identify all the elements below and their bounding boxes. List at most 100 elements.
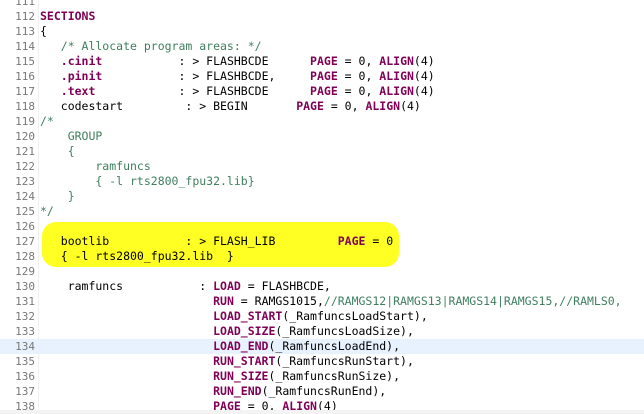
code-text: ramfuncs : LOAD = FLASHBCDE, — [40, 279, 331, 294]
code-text: } — [40, 189, 75, 204]
code-text: /* — [40, 114, 54, 129]
code-line[interactable]: 123 { -l rts2800_fpu32.lib} — [0, 174, 644, 189]
comment-token: { -l rts2800_fpu32.lib} — [40, 174, 255, 188]
code-line[interactable]: 121 { — [0, 144, 644, 159]
keyword-token: ALIGN — [379, 69, 414, 83]
code-line[interactable]: 116 .pinit : > FLASHBCDE, PAGE = 0, ALIG… — [0, 69, 644, 84]
code-line[interactable]: 131 RUN = RAMGS1015,//RAMGS12|RAMGS13|RA… — [0, 294, 644, 309]
code-token: = 0, — [337, 84, 380, 98]
line-number: 121 — [15, 145, 35, 158]
code-token: (_RamfuncsLoadEnd), — [268, 339, 401, 353]
comment-token: */ — [40, 204, 54, 218]
keyword-token: RUN_START — [213, 354, 276, 368]
keyword-token: SECTIONS — [40, 9, 96, 23]
line-number: 135 — [15, 355, 35, 368]
keyword-token: ALIGN — [379, 84, 414, 98]
code-line[interactable]: 135 RUN_START(_RamfuncsRunStart), — [0, 354, 644, 369]
line-number: 118 — [15, 100, 35, 113]
code-token: = 0 — [365, 234, 394, 248]
code-token: = 0, — [337, 54, 380, 68]
code-text: SECTIONS — [40, 9, 95, 24]
code-line[interactable]: 136 RUN_SIZE(_RamfuncsRunSize), — [0, 369, 644, 384]
line-number: 124 — [15, 190, 35, 203]
line-number: 123 — [15, 175, 35, 188]
line-number: 126 — [15, 220, 35, 233]
code-line[interactable]: 126 — [0, 219, 644, 234]
code-line[interactable]: 133 LOAD_SIZE(_RamfuncsLoadSize), — [0, 324, 644, 339]
code-line[interactable]: 111 — [0, 0, 644, 9]
comment-token: /* — [40, 114, 54, 128]
keyword-token: RUN — [213, 294, 234, 308]
line-number: 136 — [15, 370, 35, 383]
code-line[interactable]: 137 RUN_END(_RamfuncsRunEnd), — [0, 384, 644, 399]
code-token: (_RamfuncsLoadSize), — [275, 324, 414, 338]
code-editor[interactable]: 111 112 SECTIONS 113 {114 /* Allocate progra… — [0, 0, 644, 414]
code-line[interactable]: 132 LOAD_START(_RamfuncsLoadStart), — [0, 309, 644, 324]
code-line[interactable]: 128 { -l rts2800_fpu32.lib } — [0, 249, 644, 264]
code-line[interactable]: 112 SECTIONS — [0, 9, 644, 24]
keyword-token: LOAD — [213, 279, 241, 293]
keyword-token: .pinit — [60, 69, 103, 83]
comment-token: ramfuncs — [40, 159, 151, 173]
code-text: ramfuncs — [40, 159, 151, 174]
line-number: 116 — [15, 70, 35, 83]
line-number: 131 — [15, 295, 35, 308]
code-line[interactable]: 118 codestart : > BEGIN PAGE = 0, ALIGN(… — [0, 99, 644, 114]
comment-token: } — [40, 189, 75, 203]
code-text: /* Allocate program areas: */ — [40, 39, 262, 54]
code-line[interactable]: 129 — [0, 264, 644, 279]
line-number: 114 — [15, 40, 35, 53]
code-line[interactable]: 120 GROUP — [0, 129, 644, 144]
code-token: (_RamfuncsRunStart), — [275, 354, 414, 368]
code-token: = 0, — [337, 69, 380, 83]
code-line[interactable]: 125 */ — [0, 204, 644, 219]
code-text: { — [40, 144, 75, 159]
line-number: 133 — [15, 325, 35, 338]
code-token: codestart : > BEGIN — [40, 99, 297, 113]
code-line[interactable]: 130 ramfuncs : LOAD = FLASHBCDE, — [0, 279, 644, 294]
keyword-token: PAGE — [337, 234, 366, 248]
comment-token: { — [40, 144, 75, 158]
line-number: 113 — [15, 25, 35, 38]
line-number: 119 — [15, 115, 35, 128]
code-line[interactable]: 115 .cinit : > FLASHBCDE PAGE = 0, ALIGN… — [0, 54, 644, 69]
keyword-token: PAGE — [310, 54, 338, 68]
code-line[interactable]: 127 bootlib : > FLASH_LIB PAGE = 0 — [0, 234, 644, 249]
line-number: 130 — [15, 280, 35, 293]
comment-token: /* Allocate program areas: */ — [40, 39, 262, 53]
code-line[interactable]: 113 { — [0, 24, 644, 39]
line-number: 120 — [15, 130, 35, 143]
code-line[interactable]: 122 ramfuncs — [0, 159, 644, 174]
line-number: 134 — [15, 340, 35, 353]
code-line[interactable]: 117 .text : > FLASHBCDE PAGE = 0, ALIGN(… — [0, 84, 644, 99]
keyword-token: LOAD_SIZE — [213, 324, 276, 338]
code-token: : > FLASHBCDE, — [102, 69, 311, 83]
horizontal-scrollbar[interactable] — [0, 410, 644, 414]
code-line[interactable]: 119 /* — [0, 114, 644, 129]
keyword-token: PAGE — [296, 99, 324, 113]
keyword-token: RUN_END — [213, 384, 262, 398]
code-text: LOAD_END(_RamfuncsLoadEnd), — [40, 339, 400, 354]
code-text: { -l rts2800_fpu32.lib } — [40, 249, 234, 264]
code-line[interactable]: 134 LOAD_END(_RamfuncsLoadEnd), — [0, 339, 644, 354]
keyword-token: LOAD_START — [213, 309, 283, 323]
code-token: (_RamfuncsRunEnd), — [261, 384, 387, 398]
code-line[interactable]: 114 /* Allocate program areas: */ — [0, 39, 644, 54]
line-number: 112 — [15, 10, 35, 23]
code-text: { — [40, 24, 47, 39]
code-token: (4) — [400, 99, 421, 113]
keyword-token: ALIGN — [379, 54, 414, 68]
code-token: (_RamfuncsLoadStart), — [282, 309, 428, 323]
code-token: ramfuncs : — [40, 279, 214, 293]
keyword-token: PAGE — [310, 84, 338, 98]
line-number: 117 — [15, 85, 35, 98]
code-text: LOAD_START(_RamfuncsLoadStart), — [40, 309, 428, 324]
code-line[interactable]: 124 } — [0, 189, 644, 204]
code-text: LOAD_SIZE(_RamfuncsLoadSize), — [40, 324, 414, 339]
